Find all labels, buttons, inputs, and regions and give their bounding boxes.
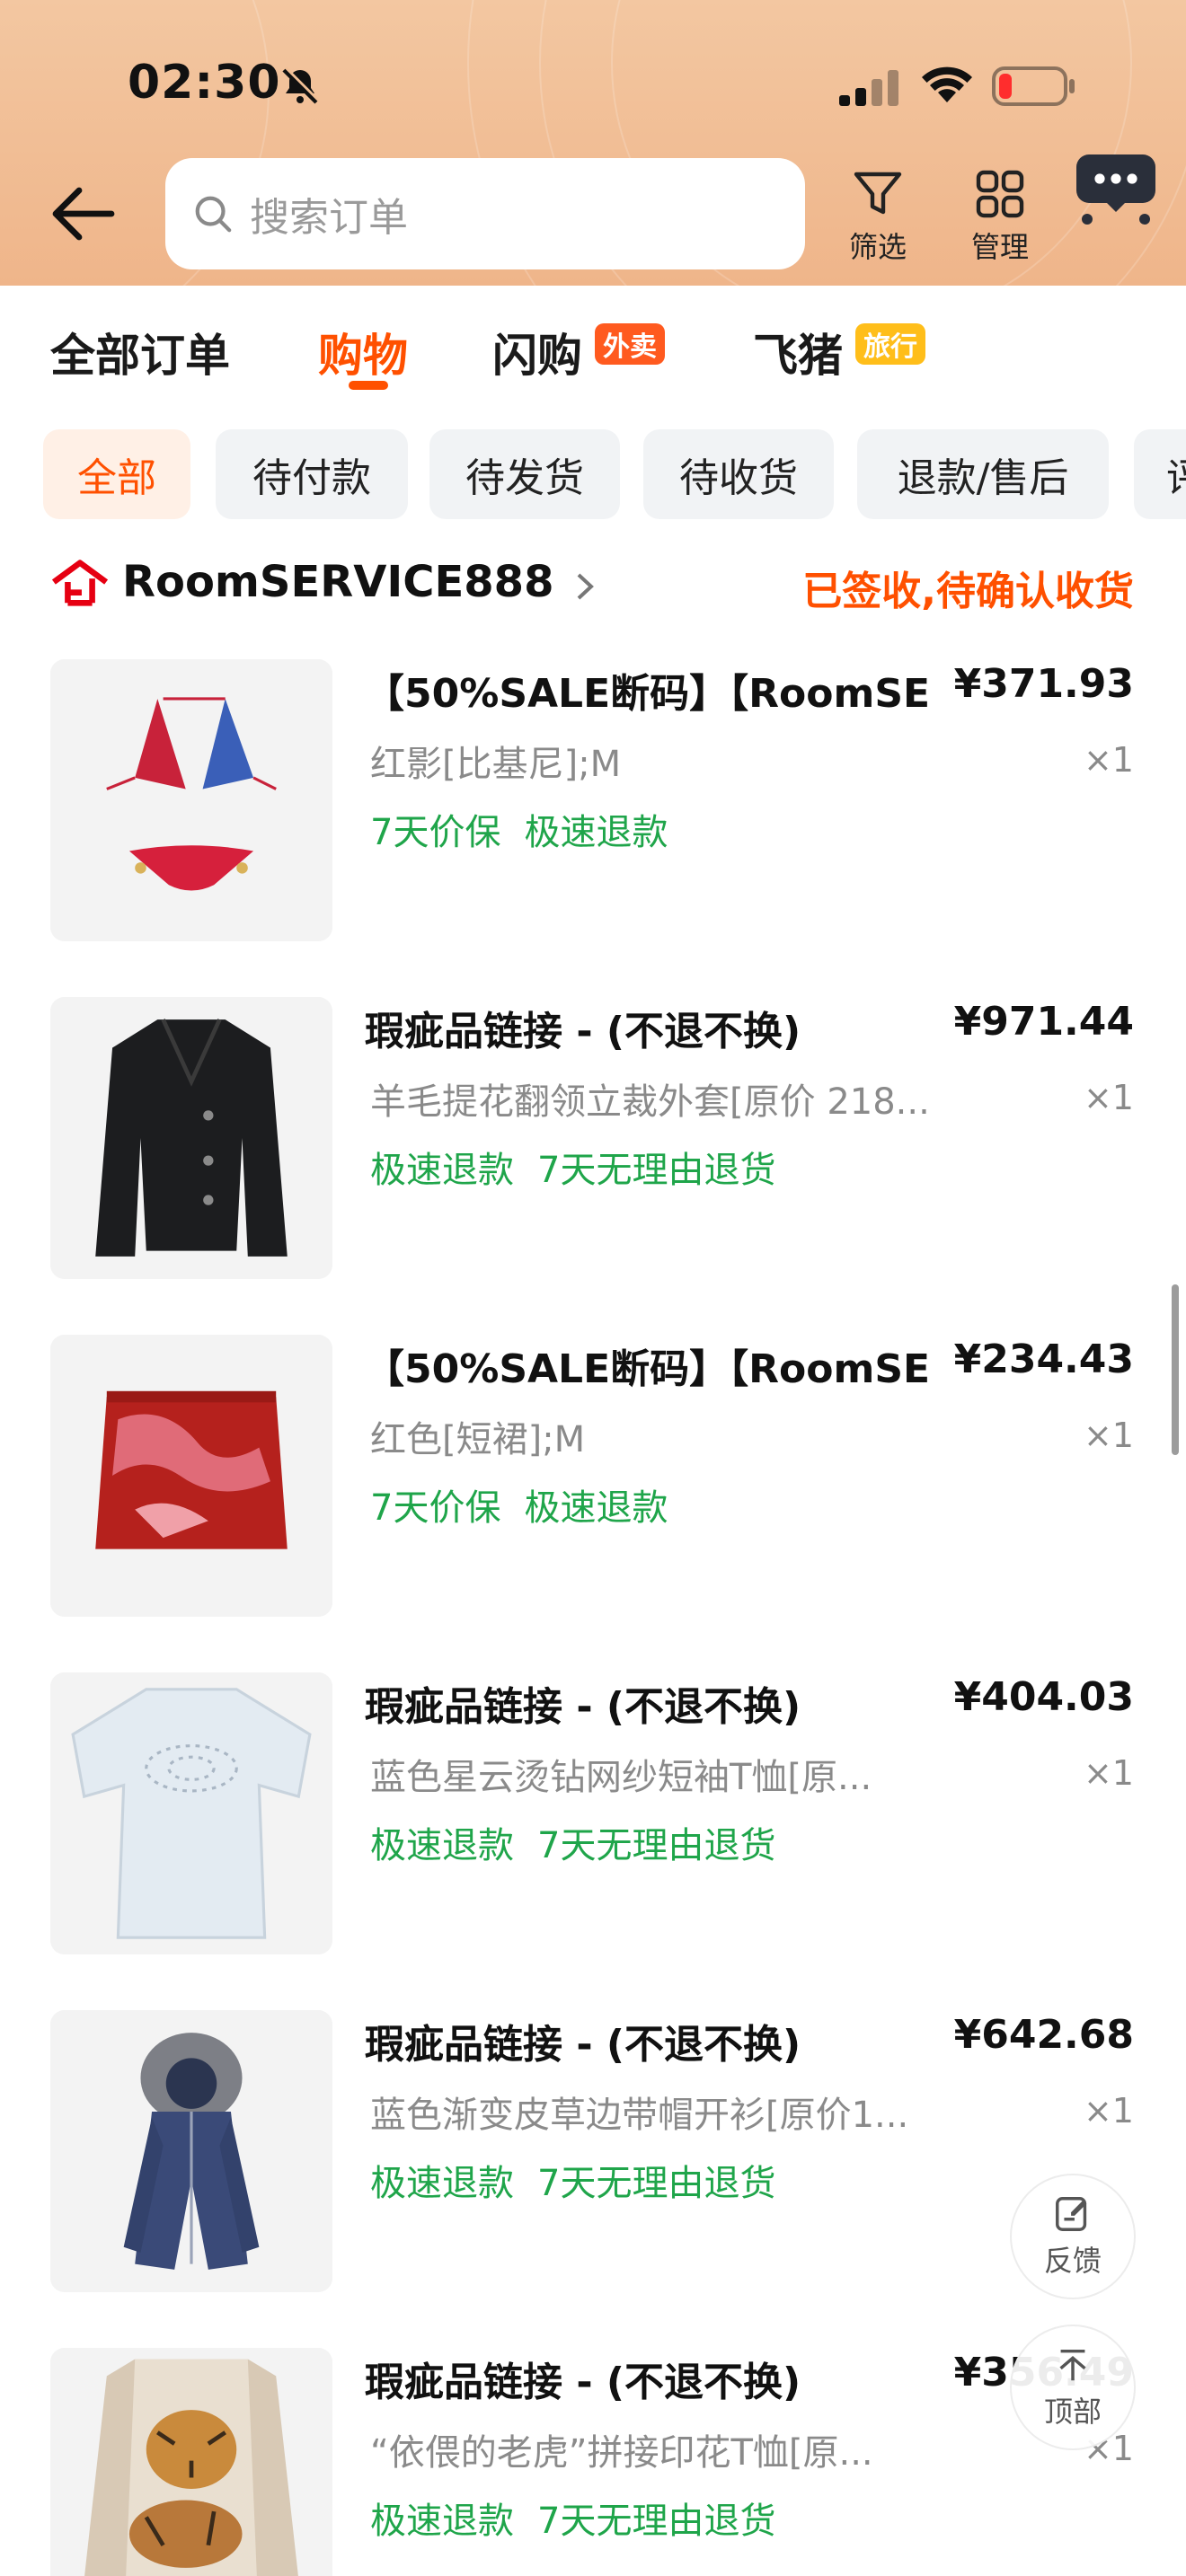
item-title: 瑕疵品链接 - (不退不换) xyxy=(365,1009,801,1054)
item-title: 【50%SALE断码】【RoomSE xyxy=(365,1346,931,1392)
service-tag: 7天无理由退货 xyxy=(537,2163,776,2204)
tab-flash-buy[interactable]: 闪购 xyxy=(492,320,582,384)
order-category-tabs: 全部订单 购物 闪购 外卖 飞猪 旅行 xyxy=(0,286,1186,411)
item-quantity: ×1 xyxy=(1083,1078,1134,1117)
service-tag: 7天价保 xyxy=(370,1487,501,1529)
item-quantity: ×1 xyxy=(1083,1416,1134,1455)
item-service-tags: 极速退款 7天无理由退货 xyxy=(370,1816,775,1868)
scrollbar[interactable] xyxy=(1172,1284,1179,1455)
item-title: 瑕疵品链接 - (不退不换) xyxy=(365,1684,801,1730)
item-title: 瑕疵品链接 - (不退不换) xyxy=(365,2022,801,2068)
service-tag: 极速退款 xyxy=(524,812,668,853)
store-header[interactable]: RoomSERVICE888 已签收,待确认收货 xyxy=(0,550,1186,622)
item-quantity: ×1 xyxy=(1083,1753,1134,1793)
bell-muted-icon xyxy=(282,66,320,104)
tab-shopping[interactable]: 购物 xyxy=(318,320,408,384)
item-spec: “依偎的老虎”拼接印花T恤[原... xyxy=(370,2432,873,2474)
top-label: 顶部 xyxy=(1043,2395,1102,2429)
feedback-label: 反馈 xyxy=(1043,2244,1102,2278)
more-options-chat-icon[interactable] xyxy=(1075,151,1157,226)
grid-icon xyxy=(976,170,1024,218)
product-thumbnail-tiger-tee xyxy=(50,2348,332,2576)
item-price: ¥642.68 xyxy=(953,2012,1134,2058)
feedback-button[interactable]: 反馈 xyxy=(1010,2174,1136,2299)
product-thumbnail-skirt xyxy=(50,1335,332,1617)
filter-label: 筛选 xyxy=(848,230,907,264)
service-tag: 极速退款 xyxy=(370,2163,514,2204)
order-item[interactable]: 瑕疵品链接 - (不退不换) ¥404.03 蓝色星云烫钻网纱短袖T恤[原...… xyxy=(0,1672,1186,1969)
item-price: ¥371.93 xyxy=(953,661,1134,707)
travel-badge: 旅行 xyxy=(855,323,925,365)
item-price: ¥404.03 xyxy=(953,1674,1134,1720)
order-item[interactable]: 瑕疵品链接 - (不退不换) ¥642.68 蓝色渐变皮草边带帽开衫[原价1..… xyxy=(0,2010,1186,2307)
item-service-tags: 极速退款 7天无理由退货 xyxy=(370,1141,775,1193)
chip-refund-aftersale[interactable]: 退款/售后 xyxy=(857,429,1109,519)
enterprise-shop-icon xyxy=(51,560,109,606)
item-quantity: ×1 xyxy=(1083,2091,1134,2130)
filter-button[interactable]: 筛选 xyxy=(828,169,927,268)
item-title: 【50%SALE断码】【RoomSE xyxy=(365,671,931,717)
product-thumbnail-bikini xyxy=(50,659,332,941)
product-thumbnail-mesh-tee xyxy=(50,1672,332,1954)
arrow-up-icon xyxy=(1059,2349,1086,2381)
service-tag: 极速退款 xyxy=(370,2501,514,2542)
service-tag: 7天无理由退货 xyxy=(537,1825,776,1866)
status-time: 02:30 xyxy=(128,56,281,110)
item-spec: 红影[比基尼];M xyxy=(370,744,622,785)
item-price: ¥234.43 xyxy=(953,1337,1134,1382)
feedback-edit-icon xyxy=(1056,2197,1087,2231)
item-service-tags: 极速退款 7天无理由退货 xyxy=(370,2492,775,2544)
service-tag: 极速退款 xyxy=(370,1825,514,1866)
tab-all-orders[interactable]: 全部订单 xyxy=(50,320,230,384)
service-tag: 7天无理由退货 xyxy=(537,2501,776,2542)
item-quantity: ×1 xyxy=(1083,740,1134,780)
service-tag: 极速退款 xyxy=(370,1150,514,1191)
item-service-tags: 7天价保 极速退款 xyxy=(370,803,668,855)
order-item[interactable]: 【50%SALE断码】【RoomSE ¥234.43 红色[短裙];M ×1 7… xyxy=(0,1335,1186,1631)
item-spec: 羊毛提花翻领立裁外套[原价 218... xyxy=(370,1081,930,1123)
battery-low-icon xyxy=(992,66,1075,106)
item-spec: 蓝色渐变皮草边带帽开衫[原价1... xyxy=(370,2095,909,2136)
chip-pending-receipt[interactable]: 待收货 xyxy=(643,429,834,519)
item-spec: 红色[短裙];M xyxy=(370,1419,586,1460)
back-arrow-icon[interactable] xyxy=(50,185,115,243)
service-tag: 7天无理由退货 xyxy=(537,1150,776,1191)
chip-review[interactable]: 评 xyxy=(1134,429,1186,519)
chip-all[interactable]: 全部 xyxy=(43,429,190,519)
chevron-right-icon xyxy=(577,573,594,600)
back-to-top-button[interactable]: 顶部 xyxy=(1010,2325,1136,2450)
item-service-tags: 7天价保 极速退款 xyxy=(370,1478,668,1531)
order-status: 已签收,待确认收货 xyxy=(802,569,1134,614)
status-bar: 02:30 xyxy=(0,0,1186,171)
search-placeholder: 搜索订单 xyxy=(250,195,408,241)
active-tab-indicator xyxy=(349,381,388,390)
tab-fliggy[interactable]: 飞猪 xyxy=(753,320,843,384)
item-title: 瑕疵品链接 - (不退不换) xyxy=(365,2360,801,2405)
product-thumbnail-hooded-cardigan xyxy=(50,2010,332,2292)
funnel-icon xyxy=(854,172,902,215)
takeout-badge: 外卖 xyxy=(595,323,665,365)
manage-label: 管理 xyxy=(970,230,1029,264)
store-name[interactable]: RoomSERVICE888 xyxy=(122,557,553,607)
product-thumbnail-jacket xyxy=(50,997,332,1279)
chip-pending-payment[interactable]: 待付款 xyxy=(216,429,408,519)
service-tag: 7天价保 xyxy=(370,812,501,853)
order-item[interactable]: 【50%SALE断码】【RoomSE ¥371.93 红影[比基尼];M ×1 … xyxy=(0,659,1186,956)
item-spec: 蓝色星云烫钻网纱短袖T恤[原... xyxy=(370,1757,872,1798)
item-service-tags: 极速退款 7天无理由退货 xyxy=(370,2154,775,2206)
order-item[interactable]: 瑕疵品链接 - (不退不换) ¥971.44 羊毛提花翻领立裁外套[原价 218… xyxy=(0,997,1186,1293)
order-item[interactable]: 瑕疵品链接 - (不退不换) ¥356.49 “依偎的老虎”拼接印花T恤[原..… xyxy=(0,2348,1186,2576)
search-input[interactable]: 搜索订单 xyxy=(165,158,805,269)
wifi-icon xyxy=(922,66,972,102)
item-price: ¥971.44 xyxy=(953,999,1134,1045)
chip-pending-shipment[interactable]: 待发货 xyxy=(429,429,620,519)
manage-button[interactable]: 管理 xyxy=(951,169,1049,268)
search-icon xyxy=(195,196,232,233)
service-tag: 极速退款 xyxy=(524,1487,668,1529)
cellular-signal-icon xyxy=(839,70,898,106)
